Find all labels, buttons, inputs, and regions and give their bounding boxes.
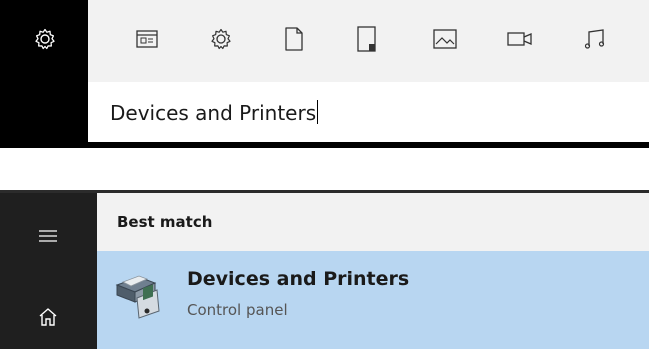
result-subtitle: Control panel [187, 301, 288, 319]
documents-filter-icon[interactable] [281, 26, 307, 52]
hamburger-menu-icon[interactable] [30, 222, 66, 250]
search-results-panel: Best match Devices and Printers Control … [97, 193, 649, 349]
music-filter-icon[interactable] [582, 26, 608, 52]
home-icon[interactable] [30, 303, 66, 331]
search-filter-bar [88, 0, 649, 82]
best-match-result[interactable]: Devices and Printers Control panel [97, 251, 649, 349]
search-left-rail [0, 0, 88, 148]
search-query-text: Devices and Printers [110, 101, 317, 125]
result-title: Devices and Printers [187, 268, 410, 290]
folders-filter-icon[interactable] [354, 26, 380, 52]
videos-filter-icon[interactable] [507, 26, 533, 52]
settings-gear-icon[interactable] [33, 27, 57, 51]
search-input[interactable]: Devices and Printers [110, 98, 319, 128]
photos-filter-icon[interactable] [432, 26, 458, 52]
window-gap [0, 148, 649, 190]
text-caret [317, 100, 319, 124]
best-match-heading: Best match [117, 213, 213, 231]
search-box-area: Devices and Printers [88, 82, 649, 148]
apps-filter-icon[interactable] [134, 26, 160, 52]
settings-filter-icon[interactable] [208, 26, 234, 52]
devices-and-printers-icon [113, 271, 163, 321]
